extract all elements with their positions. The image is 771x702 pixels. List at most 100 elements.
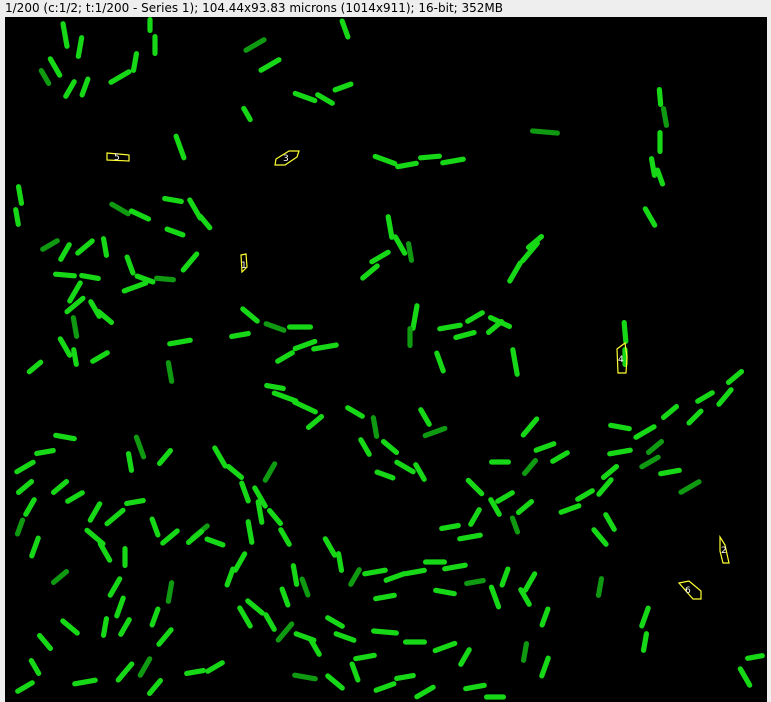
bacterium-cell	[437, 322, 463, 332]
bacterium-cell	[152, 34, 158, 56]
bacterium-cell	[745, 653, 765, 661]
bacterium-cell	[633, 424, 657, 440]
bacterium-cell	[50, 479, 70, 495]
bacterium-cell	[648, 156, 658, 178]
bacterium-cell	[418, 153, 442, 161]
bacterium-cell	[205, 660, 225, 674]
bacterium-cell	[15, 184, 25, 206]
bacterium-cell	[118, 617, 132, 637]
bacterium-cell	[395, 160, 419, 170]
bacterium-cell	[121, 280, 149, 294]
bacterium-cell	[108, 69, 132, 85]
bacterium-cell	[15, 479, 35, 495]
bacterium-cell	[263, 321, 287, 333]
roi-1[interactable]: 1	[240, 253, 248, 274]
microscopy-image[interactable]: 1 2 3 4 5 6	[5, 17, 767, 702]
bacterium-cell	[115, 661, 135, 683]
bacterium-cell	[394, 459, 416, 475]
bacterium-cell	[79, 272, 101, 282]
bacterium-cell	[433, 587, 457, 597]
bacterium-cell	[639, 605, 651, 629]
bacterium-cell	[262, 461, 278, 483]
bacterium-cell	[133, 434, 147, 460]
bacterium-cell	[539, 655, 551, 679]
bacterium-cell	[373, 592, 397, 602]
image-canvas[interactable]: 1 2 3 4 5 6	[5, 17, 767, 702]
roi-2[interactable]: 2	[719, 534, 730, 564]
bacterium-cell	[40, 238, 60, 252]
bacterium-cell	[372, 153, 398, 167]
bacterium-cell	[608, 422, 632, 432]
bacterium-cell	[109, 201, 131, 217]
bacterium-cell	[38, 67, 52, 87]
bacterium-cell	[510, 347, 520, 377]
bacterium-cell	[595, 576, 605, 598]
bacterium-cell	[292, 90, 318, 104]
bacterium-cell	[180, 251, 200, 273]
bacterium-cell	[245, 519, 255, 545]
bacterium-cell	[14, 459, 36, 475]
bacterium-cell	[34, 447, 56, 457]
bacterium-cell	[71, 347, 79, 367]
bacterium-cell	[128, 208, 152, 222]
bacterium-cell	[533, 441, 557, 453]
bacterium-cell	[258, 57, 282, 73]
bacterium-cell	[60, 618, 80, 636]
bacterium-cell	[275, 350, 295, 364]
bacterium-cell	[640, 631, 650, 653]
bacterium-cell	[149, 606, 161, 628]
bacterium-cell	[104, 507, 126, 527]
bacterium-cell	[124, 497, 146, 507]
roi-6[interactable]: 6	[677, 580, 702, 600]
bacterium-cell	[100, 236, 110, 258]
roi-label: 2	[721, 546, 727, 556]
bacterium-cell	[243, 37, 267, 53]
bacterium-cell	[349, 661, 361, 683]
bacterium-cell	[275, 621, 295, 643]
bacterium-cell	[418, 407, 432, 427]
roi-5[interactable]: 5	[106, 152, 130, 163]
bacterium-cell	[407, 326, 413, 348]
bacterium-cell	[558, 503, 582, 515]
bacterium-cell	[464, 577, 486, 587]
bacterium-cell	[322, 536, 338, 558]
bacterium-cell	[657, 130, 663, 154]
bacterium-cell	[287, 324, 313, 330]
bacterium-cell	[335, 551, 345, 573]
bacterium-cell	[114, 595, 126, 619]
bacterium-cell	[124, 254, 136, 276]
bacterium-cell	[165, 580, 175, 604]
bacterium-cell	[465, 310, 485, 324]
bacterium-cell	[204, 536, 226, 548]
bacterium-cell	[373, 681, 397, 693]
bacterium-cell	[154, 275, 176, 283]
roi-label: 4	[618, 355, 624, 365]
bacterium-cell	[160, 528, 180, 546]
bacterium-cell	[353, 652, 377, 662]
bacterium-cell	[240, 306, 260, 324]
bacterium-cell	[522, 457, 538, 477]
bacterium-cell	[65, 490, 85, 504]
roi-label: 3	[283, 154, 289, 164]
bacterium-cell	[28, 657, 42, 677]
bacterium-cell	[292, 399, 318, 415]
bacterium-cell	[660, 106, 670, 128]
bacterium-cell	[245, 598, 265, 616]
bacterium-cell	[125, 451, 135, 473]
bacterium-cell	[130, 51, 140, 73]
bacterium-cell	[358, 437, 372, 457]
bacterium-cell	[279, 586, 291, 608]
bacterium-cell	[333, 631, 357, 643]
bacterium-cell	[13, 207, 21, 227]
roi-label: 5	[114, 153, 120, 163]
bacterium-cell	[156, 627, 174, 647]
image-info-bar: 1/200 (c:1/2; t:1/200 - Series 1); 104.4…	[0, 0, 771, 16]
bacterium-cell	[453, 329, 477, 341]
bacterium-cell	[658, 467, 682, 477]
bacterium-cell	[362, 567, 388, 577]
roi-3[interactable]: 3	[274, 150, 300, 166]
bacterium-cell	[305, 414, 325, 430]
bacterium-cell	[422, 425, 448, 439]
bacterium-cell	[278, 527, 292, 547]
bacterium-cell	[29, 535, 41, 559]
